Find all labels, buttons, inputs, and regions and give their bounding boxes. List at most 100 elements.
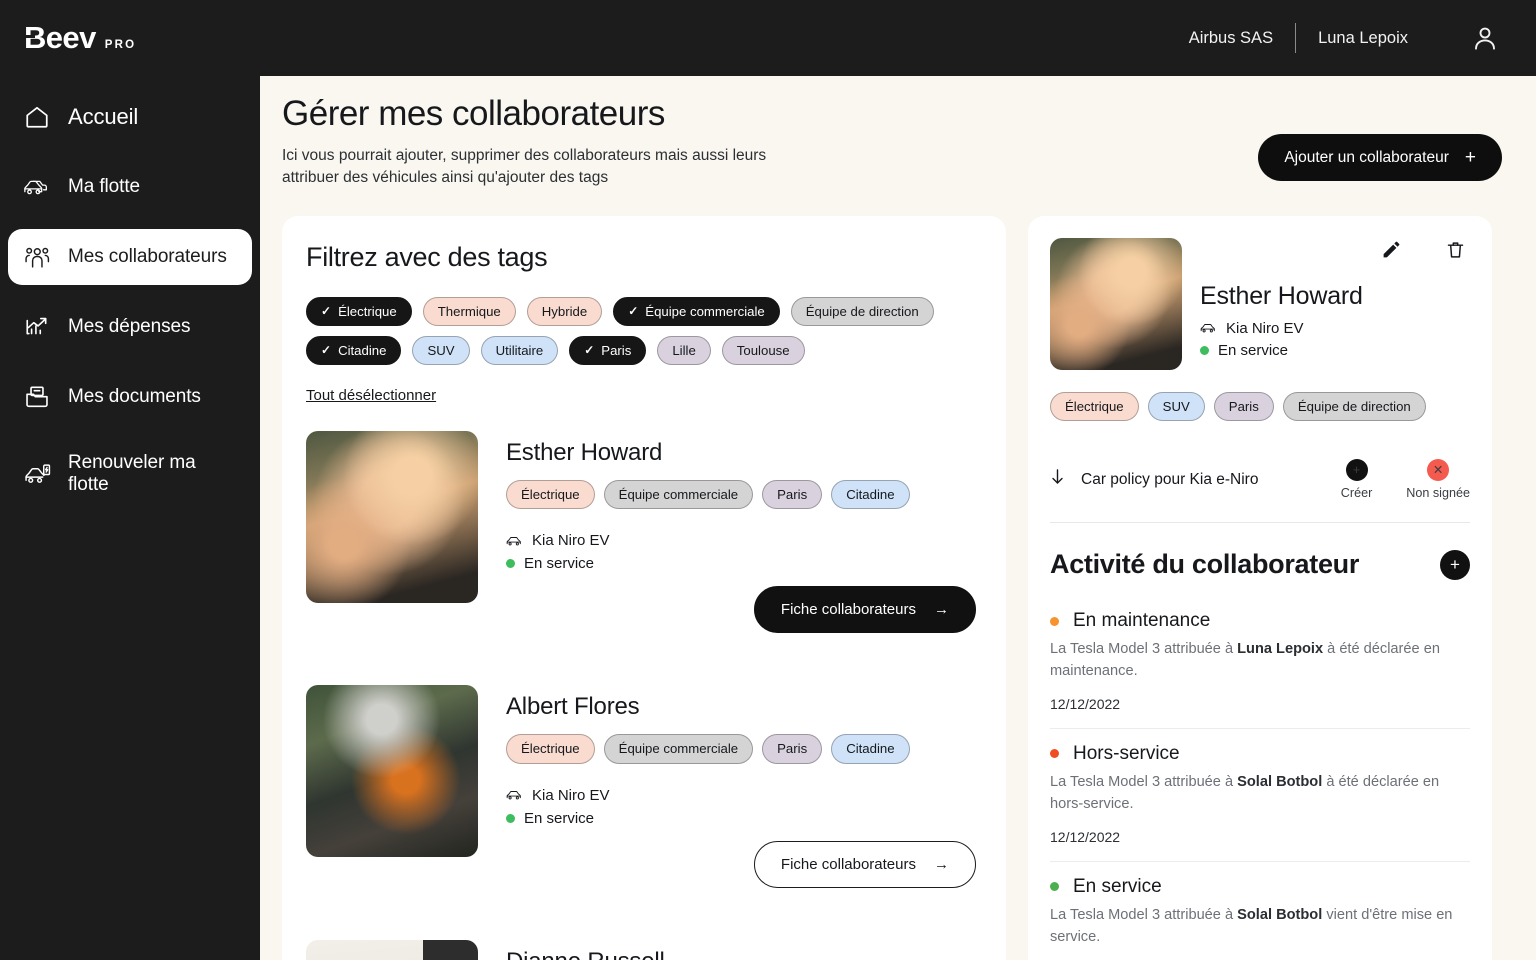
activity-status: En service [1050,876,1470,898]
collaborator-sheet-button[interactable]: Fiche collaborateurs → [753,586,976,634]
collaborator-info: Esther Howard Électrique Équipe commercial… [506,431,976,634]
add-collaborator-button[interactable]: Ajouter un collaborateur + [1258,134,1502,181]
collaborator-tags: Électrique Équipe commerciale Paris Citadin… [506,734,976,764]
activity-list: En maintenance La Tesla Model 3 attribuée… [1050,596,1470,960]
check-icon: ✓ [584,342,595,357]
status-dot [1050,749,1059,759]
check-icon: ✓ [321,342,332,357]
sidebar-item-label: Mes documents [68,386,201,407]
tag-pill[interactable]: Hybride [526,296,603,327]
tag-label: Équipe commerciale [645,303,765,319]
detail-tags: Électrique SUV Paris Équipe de direction [1050,391,1470,422]
plus-icon: + [1464,147,1476,168]
content-columns: Filtrez avec des tags ✓ Électrique Thermiq… [282,215,1502,960]
tag-pill[interactable]: ✓ Paris [569,336,647,366]
collaborator-card: Albert Flores Électrique Équipe commercial… [306,685,976,888]
tag-pill[interactable]: Citadine [831,480,910,510]
folder-icon [22,382,52,412]
collaborator-vehicle: Kia Niro EV [506,532,976,549]
sidebar-item-mes-collaborateurs[interactable]: Mes collaborateurs [8,229,252,285]
add-activity-button[interactable]: + [1440,549,1470,580]
add-collaborator-label: Ajouter un collaborateur [1284,148,1449,166]
topbar-username: Luna Lepoix [1318,28,1408,47]
activity-status-label: Hors-service [1073,742,1180,764]
tag-pill[interactable]: Paris [762,734,823,764]
activity-item: En maintenance La Tesla Model 3 attribuée… [1050,596,1470,729]
chart-up-icon [22,312,52,342]
tag-pill[interactable]: Équipe de direction [790,296,934,327]
tag-label: Équipe de direction [805,303,919,319]
tag-pill[interactable]: ✓ Citadine [306,336,402,366]
sidebar-item-ma-flotte[interactable]: Ma flotte [8,159,252,215]
activity-desc-person: Luna Lepoix [1237,641,1324,658]
sidebar-item-mes-documents[interactable]: Mes documents [8,369,252,425]
car-policy-label[interactable]: Car policy pour Kia e-Niro [1050,468,1341,491]
tag-pill[interactable]: Équipe commerciale [603,480,754,510]
collaborator-tags: Électrique Équipe commerciale Paris Citadin… [506,480,976,510]
tag-pill[interactable]: Toulouse [721,336,805,366]
activity-status-label: En maintenance [1073,610,1211,632]
activity-desc-person: Solal Botbol [1237,906,1323,923]
collaborator-status-label: En service [524,809,595,827]
deselect-all-link[interactable]: Tout désélectionner [306,387,436,404]
sidebar: Beev PRO Accueil Ma flotte Mes collabora… [0,0,260,960]
pencil-icon[interactable] [1380,238,1402,262]
cars-icon [22,172,52,202]
trash-icon[interactable] [1444,238,1466,262]
policy-signature-label: Non signée [1406,486,1470,501]
home-icon [22,102,52,132]
activity-description: La Tesla Model 3 attribuée à Solal Botbo… [1050,905,1470,949]
people-icon [22,242,52,272]
detail-status: En service [1200,342,1470,359]
tag-pill[interactable]: Équipe commerciale [603,734,754,764]
arrow-down-icon [1050,468,1065,491]
tag-pill[interactable]: SUV [412,336,470,366]
collaborator-sheet-button[interactable]: Fiche collaborateurs → [753,840,976,888]
status-dot [1050,616,1059,626]
collaborator-vehicle: Kia Niro EV [506,787,976,804]
avatar [306,685,478,858]
avatar [306,939,478,960]
collaborator-list: Esther Howard Électrique Équipe commercial… [306,431,976,960]
arrow-right-icon: → [934,601,949,619]
car-policy-row: Car policy pour Kia e-Niro + Créer ✕ Non… [1050,459,1470,524]
detail-tag-pill[interactable]: Électrique [1050,391,1139,422]
tag-pill[interactable]: Utilitaire [480,336,559,366]
create-policy-button[interactable]: + Créer [1341,459,1372,500]
tag-pill[interactable]: ✓ Électrique [306,296,412,327]
tag-label: Utilitaire [495,343,544,359]
tag-pill[interactable]: ✓ Équipe commerciale [613,296,780,327]
policy-signature-status[interactable]: ✕ Non signée [1406,459,1470,500]
sidebar-item-accueil[interactable]: Accueil [8,89,252,145]
activity-desc-person: Solal Botbol [1237,773,1323,790]
collaborator-info: Albert Flores Électrique Équipe commercial… [506,685,976,888]
page-title: Gérer mes collaborateurs [282,94,665,133]
sidebar-item-label: Renouveler ma flotte [68,452,196,495]
avatar [306,431,478,604]
sidebar-item-renouveler-ma-flotte[interactable]: Renouveler ma flotte [8,439,252,509]
detail-vehicle-label: Kia Niro EV [1226,319,1304,337]
arrow-right-icon: → [934,855,949,873]
tag-pill[interactable]: Thermique [422,296,516,327]
tag-label: Toulouse [736,343,790,359]
collaborator-name: Esther Howard [506,439,663,467]
detail-tag-pill[interactable]: Paris [1213,391,1274,422]
car-icon [506,791,521,800]
collaborator-vehicle-label: Kia Niro EV [532,532,610,550]
user-icon[interactable] [1468,21,1502,55]
sidebar-item-mes-depenses[interactable]: Mes dépenses [8,299,252,355]
tag-pill[interactable]: Électrique [506,734,595,764]
sidebar-item-label: Accueil [68,104,139,129]
plus-icon: + [1450,554,1460,574]
brand-logo[interactable]: Beev PRO [0,0,260,53]
tag-pill[interactable]: Lille [657,336,711,366]
collaborator-card: Esther Howard Électrique Équipe commercial… [306,431,976,634]
tag-pill[interactable]: Citadine [831,734,910,764]
tag-pill[interactable]: Paris [762,480,823,510]
detail-tag-pill[interactable]: SUV [1147,391,1205,422]
status-dot [1050,882,1059,892]
collaborator-sheet-label: Fiche collaborateurs [780,601,916,619]
tag-pill[interactable]: Électrique [506,480,595,510]
topbar: Airbus SAS Luna Lepoix [260,0,1536,76]
detail-tag-pill[interactable]: Équipe de direction [1282,391,1426,422]
